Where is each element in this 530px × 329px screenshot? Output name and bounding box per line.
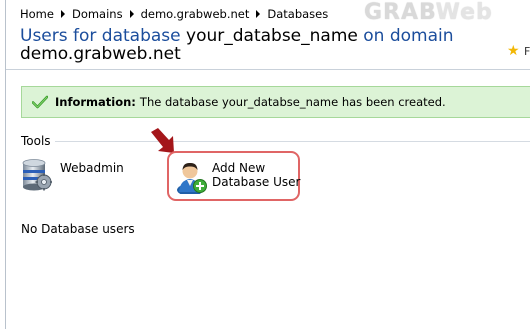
info-message: The database your_databse_name has been … xyxy=(139,95,446,109)
frame-border xyxy=(5,0,6,329)
page: Home Domains demo.grabweb.net Databases … xyxy=(0,0,530,329)
title-prefix: Users for database xyxy=(20,26,181,46)
title-database-name: your_databse_name xyxy=(186,26,358,46)
webadmin-label: Webadmin xyxy=(60,161,124,175)
breadcrumb-databases[interactable]: Databases xyxy=(267,7,328,21)
header-divider xyxy=(6,69,530,70)
tools-divider xyxy=(52,141,530,142)
add-user-icon xyxy=(177,162,207,194)
database-icon xyxy=(22,159,52,191)
breadcrumb-domains[interactable]: Domains xyxy=(72,7,123,21)
info-label: Information: xyxy=(55,95,136,109)
star-icon[interactable]: ★ xyxy=(507,44,520,58)
breadcrumb-domain[interactable]: demo.grabweb.net xyxy=(141,7,250,21)
webadmin-tool[interactable]: Webadmin xyxy=(20,156,140,194)
title-domain: demo.grabweb.net xyxy=(20,44,181,64)
breadcrumb-home[interactable]: Home xyxy=(20,7,54,21)
add-user-label: Add New Database User xyxy=(212,161,300,189)
grabweb-logo: GRABWeb xyxy=(364,1,530,25)
no-users-message: No Database users xyxy=(21,222,135,236)
breadcrumb-separator-icon xyxy=(60,10,65,18)
info-message-box: Information: The database your_databse_n… xyxy=(21,86,530,118)
favorites-label[interactable]: F xyxy=(524,46,530,58)
check-icon xyxy=(32,95,48,109)
breadcrumb-separator-icon xyxy=(129,10,134,18)
add-database-user-button[interactable]: Add New Database User xyxy=(167,151,300,201)
add-user-label-line2: Database User xyxy=(212,175,301,189)
add-user-label-line1: Add New xyxy=(212,161,266,175)
breadcrumb-separator-icon xyxy=(256,10,261,18)
breadcrumb: Home Domains demo.grabweb.net Databases xyxy=(20,7,328,21)
logo-part-grab: GRAB xyxy=(364,0,436,25)
logo-part-web: Web xyxy=(435,0,493,25)
title-middle: on domain xyxy=(363,26,454,46)
tools-heading: Tools xyxy=(21,134,55,148)
